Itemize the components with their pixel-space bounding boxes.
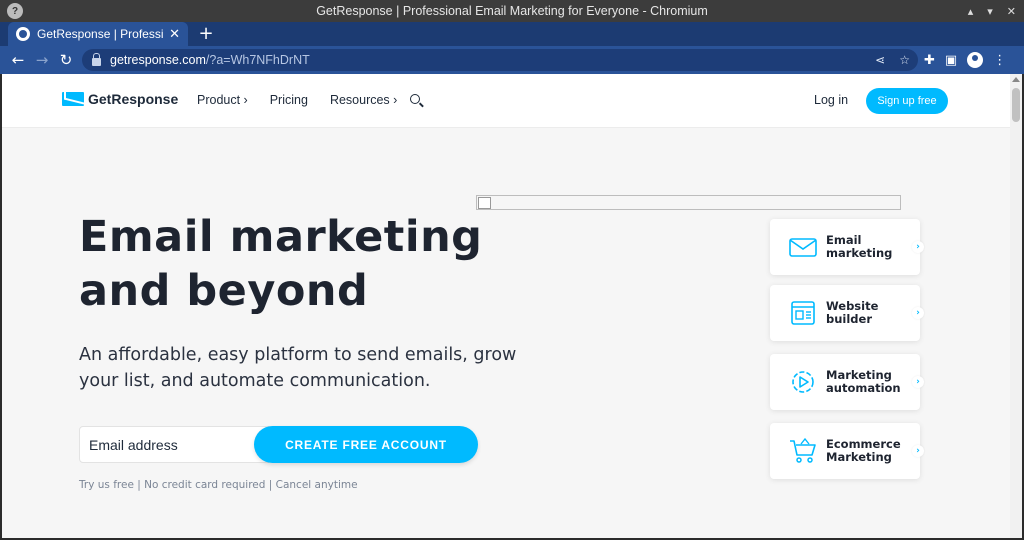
feature-label: Ecommerce Marketing	[826, 436, 901, 464]
fine-print: Try us free | No credit card required | …	[79, 479, 358, 491]
tab-strip: GetResponse | Professional ✕ +	[0, 22, 1024, 46]
address-bar[interactable]: getresponse.com/?a=Wh7NFhDrNT ⋖ ☆	[82, 49, 918, 71]
automation-gear-icon	[792, 371, 814, 393]
hero-subtitle: An affordable, easy platform to send ema…	[79, 345, 517, 391]
extensions-puzzle-icon[interactable]: ✚	[924, 53, 935, 68]
envelope-icon	[789, 238, 817, 257]
reload-icon[interactable]: ↻	[54, 51, 78, 69]
site-header: GetResponse Product › Pricing Resources …	[2, 74, 1010, 128]
bookmark-star-icon[interactable]: ☆	[899, 53, 910, 67]
search-icon[interactable]	[410, 94, 420, 104]
chevron-right-icon: ›	[912, 307, 924, 319]
page-scrollbar[interactable]	[1010, 74, 1022, 538]
new-tab-icon[interactable]: +	[196, 23, 216, 45]
signup-button[interactable]: Sign up free	[866, 88, 948, 114]
kebab-menu-icon[interactable]: ⋮	[993, 53, 1006, 68]
url-host: getresponse.com	[110, 53, 206, 67]
feature-label: Email marketing	[826, 232, 893, 260]
login-link[interactable]: Log in	[814, 93, 848, 107]
profile-avatar-icon[interactable]	[967, 52, 984, 68]
app-icon: ?	[7, 3, 23, 19]
feature-card-marketing-automation[interactable]: Marketing automation ›	[770, 354, 924, 410]
forward-arrow-icon[interactable]: →	[30, 51, 54, 69]
shopping-cart-icon	[790, 437, 816, 463]
create-account-button[interactable]: CREATE FREE ACCOUNT	[254, 426, 478, 463]
hero-title: Email marketing and beyond	[79, 212, 483, 316]
scroll-up-icon[interactable]	[1012, 77, 1020, 82]
minimize-icon[interactable]: ▴	[968, 5, 974, 18]
logo-text: GetResponse	[88, 91, 179, 107]
browser-tab[interactable]: GetResponse | Professional ✕	[8, 22, 188, 46]
back-arrow-icon[interactable]: ←	[6, 51, 30, 69]
email-input[interactable]	[79, 426, 269, 463]
feature-label: Marketing automation	[826, 367, 901, 395]
scrollbar-thumb[interactable]	[1012, 88, 1020, 122]
tab-close-icon[interactable]: ✕	[169, 26, 180, 42]
feature-card-email-marketing[interactable]: Email marketing ›	[770, 219, 924, 275]
share-icon[interactable]: ⋖	[875, 53, 885, 67]
logo-envelope-icon	[62, 92, 84, 106]
window-controls: ▴ ▾ ✕	[968, 0, 1016, 22]
os-title-bar: ? GetResponse | Professional Email Marke…	[0, 0, 1024, 22]
getresponse-logo[interactable]: GetResponse	[62, 91, 178, 107]
close-window-icon[interactable]: ✕	[1007, 5, 1016, 18]
feature-card-website-builder[interactable]: Website builder ›	[770, 285, 924, 341]
lock-icon	[92, 52, 101, 66]
feature-label: Website builder	[826, 298, 879, 326]
main-nav: Product › Pricing Resources ›	[197, 93, 397, 107]
omnibox-actions: ⋖ ☆	[875, 49, 910, 71]
url-path: /?a=Wh7NFhDrNT	[205, 53, 310, 67]
nav-product[interactable]: Product ›	[197, 93, 248, 107]
tab-title: GetResponse | Professional	[37, 27, 164, 41]
window-title: GetResponse | Professional Email Marketi…	[316, 4, 708, 18]
maximize-icon[interactable]: ▾	[987, 5, 993, 18]
nav-pricing[interactable]: Pricing	[270, 93, 308, 107]
side-panel-icon[interactable]: ▣	[945, 53, 957, 68]
extension-buttons: ✚ ▣ ⋮	[924, 46, 1006, 74]
web-page: GetResponse Product › Pricing Resources …	[2, 74, 1010, 538]
chevron-right-icon: ›	[912, 445, 924, 457]
nav-resources[interactable]: Resources ›	[330, 93, 397, 107]
chevron-right-icon: ›	[912, 241, 924, 253]
globe-favicon-icon	[16, 27, 30, 41]
chevron-right-icon: ›	[912, 376, 924, 388]
website-icon	[791, 301, 815, 325]
browser-toolbar: ← → ↻ getresponse.com/?a=Wh7NFhDrNT ⋖ ☆ …	[0, 46, 1024, 74]
broken-image-icon	[476, 195, 901, 210]
feature-card-ecommerce-marketing[interactable]: Ecommerce Marketing ›	[770, 423, 924, 479]
